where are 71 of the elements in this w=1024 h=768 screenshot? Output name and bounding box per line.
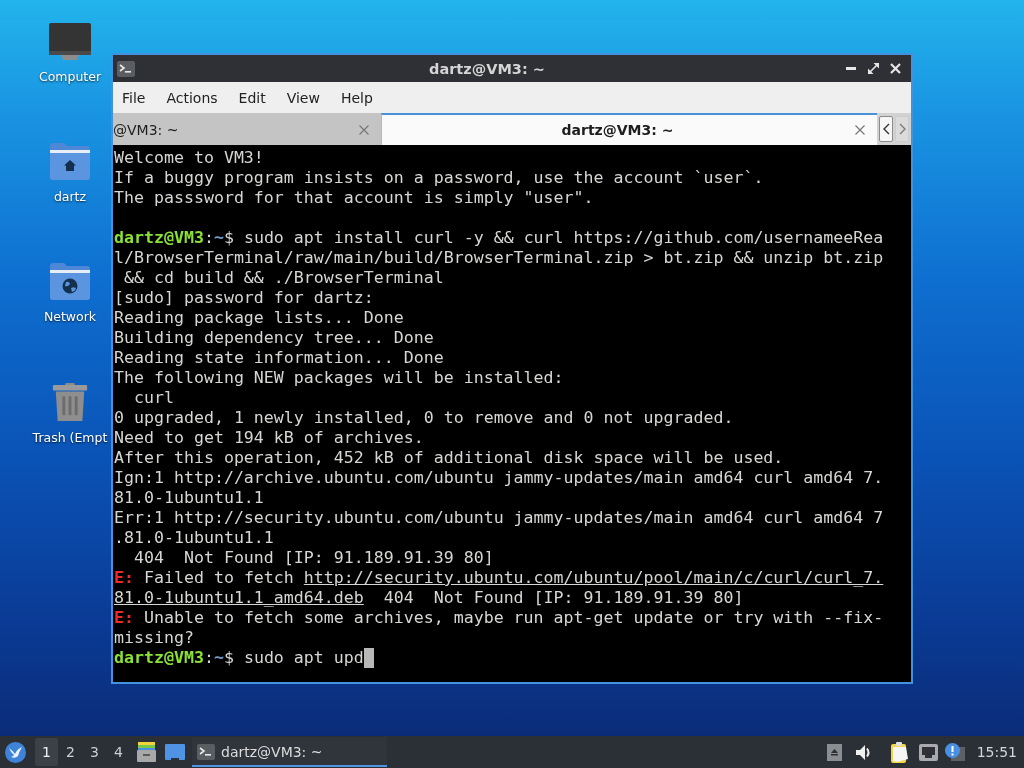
volume-icon [855,744,872,760]
terminal-line: Reading package lists... Done [114,308,404,328]
terminal-line: After this operation, 452 kB of additional disk space will be used. [114,448,784,468]
menu-item[interactable]: Help [340,85,373,110]
menu-item[interactable]: Actions [166,85,218,110]
terminal-icon [117,60,135,77]
tab[interactable]: dartz@VM3: ~ [381,113,877,145]
desktop-icon-label[interactable]: dartz [53,189,87,205]
tab-close-button[interactable] [853,123,867,137]
menu-item[interactable]: Edit [238,85,266,110]
terminal-line: The following NEW packages will be installed: [114,368,564,388]
expand-arrows-icon [867,63,879,74]
terminal-line: .81.0-1ubuntu1.1 [114,528,274,548]
file-cabinet-icon [137,742,156,762]
clipboard-icon [890,741,909,763]
terminal-line: Ign:1 http://archive.ubuntu.com/ubuntu jammy-updates/main amd64 curl amd64 7. [114,468,884,488]
desktop-icon-label[interactable]: Trash (Empt [32,430,108,446]
terminal-line: 0 upgraded, 1 newly installed, 0 to remove and 0 not upgraded. [114,408,734,428]
terminal-line: Building dependency tree... Done [114,328,434,348]
screen-icon [165,744,185,760]
taskbar-window-button[interactable]: dartz@VM3: ~ [192,737,387,767]
tab[interactable]: @VM3: ~ [113,113,381,145]
terminal-line: E: Failed to fetch http://security.ubuntu.com/ubuntu/pool/main/c/curl/curl_7. [114,568,884,588]
terminal-line: missing? [114,628,194,648]
terminal-line: E: Unable to fetch some archives, maybe run apt-get update or try with --fix- [114,608,884,628]
chevron-right-icon [898,123,906,135]
workspace-button[interactable]: 3 [83,738,106,766]
terminal-line: dartz@VM3:~$ sudo apt upd [114,648,364,668]
terminal-line: Err:1 http://security.ubuntu.com/ubuntu jammy-updates/main amd64 curl amd64 7 [114,508,884,528]
terminal-link[interactable]: http://security.ubuntu.com/ubuntu/pool/main/c/curl/curl_7. [303,568,884,587]
workspace-button[interactable]: 1 [35,738,58,766]
workspace-button[interactable]: 4 [107,738,130,766]
tab-close-button[interactable] [357,123,371,137]
window-title: dartz@VM3: ~ [428,60,546,77]
terminal-line: The passsword for that account is simply "user". [114,188,594,208]
scroll-left-button[interactable] [879,116,893,142]
home-folder-icon[interactable] [50,143,90,180]
minimize-icon [846,67,856,70]
terminal-line: 404 Not Found [IP: 91.189.91.39 80] [132,548,494,568]
monitor-icon[interactable] [49,23,91,60]
alert-icon [944,743,965,761]
ethernet-icon [918,743,938,761]
close-icon [359,125,369,135]
menu-item[interactable]: View [286,85,320,110]
logo-icon [5,741,26,763]
file-manager-button[interactable] [137,739,156,765]
close-icon [855,125,865,135]
desktop-icon-label[interactable]: Network [43,309,97,325]
eject-icon [826,743,842,761]
terminal-line: l/BrowserTerminal/raw/main/build/BrowserTerminal.zip > bt.zip && unzip bt.zip [114,248,884,268]
cursor-icon [363,648,374,668]
terminal-line: 81.0-1ubuntu1.1_amd64.deb 404 Not Found [IP: 91.189.91.39 80] [114,588,744,608]
start-button[interactable] [5,741,26,763]
terminal-line: [sudo] password for dartz: [114,288,374,308]
terminal-line: curl [132,388,174,408]
clock: 15:51 [976,744,1017,760]
terminal-line: Welcome to VM3! [114,148,264,168]
workspace-button[interactable]: 2 [59,738,82,766]
terminal-line: && cd build && ./BrowserTerminal [123,268,444,288]
terminal-line: Need to get 194 kB of archives. [114,428,424,448]
chevron-left-icon [882,123,890,135]
close-icon [889,63,901,74]
terminal-line: 81.0-1ubuntu1.1 [114,488,264,508]
terminal-icon [197,744,215,760]
terminal-line: Reading state information... Done [114,348,444,368]
terminal-line: If a buggy program insists on a password, use the account `user`. [114,168,764,188]
terminal-line: dartz@VM3:~$ sudo apt install curl -y && curl https://github.com/usernameeRea [114,228,884,248]
menu-item[interactable]: File [122,85,146,110]
terminal-link[interactable]: 81.0-1ubuntu1.1_amd64.deb [114,588,364,607]
globe-folder-icon[interactable] [50,263,90,300]
clipboard-button[interactable] [890,739,909,765]
